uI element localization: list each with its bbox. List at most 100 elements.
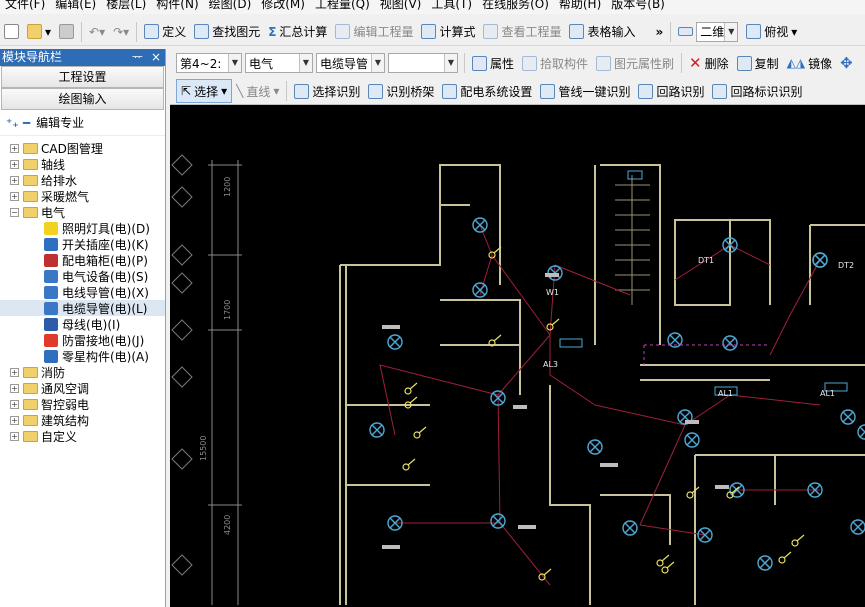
bridge-identify-button[interactable]: 识别桥架: [364, 79, 438, 103]
switch-lever: [493, 334, 502, 342]
toolbar-overflow-button[interactable]: »: [640, 20, 668, 44]
expand-icon[interactable]: +: [10, 383, 19, 393]
view-direction-select[interactable]: 俯视 ▾: [742, 20, 801, 44]
delete-button[interactable]: ✕ 删除: [685, 51, 733, 75]
tree-leaf[interactable]: 照明灯具(电)(D): [0, 220, 165, 236]
mirror-button[interactable]: ◭◮ 镜像: [783, 51, 836, 75]
property-button[interactable]: 属性: [468, 51, 518, 75]
menu-item[interactable]: 楼层(L): [101, 0, 151, 10]
menu-item[interactable]: 修改(M): [256, 0, 310, 10]
summary-calc-button[interactable]: Σ 汇总计算: [264, 20, 331, 44]
close-icon[interactable]: ×: [151, 50, 161, 64]
select-button[interactable]: ⇱ 选择 ▾: [176, 79, 233, 103]
collapse-icon[interactable]: −: [10, 207, 19, 217]
tree-leaf[interactable]: 电气设备(电)(S): [0, 268, 165, 284]
element-type-select[interactable]: 电缆导管 ▼: [316, 53, 385, 73]
cad-drawing-canvas[interactable]: 1200 1700 15500 4200 AL3 AL1 AL1 DT1 DT2…: [170, 105, 865, 607]
room-text-marks: [382, 273, 729, 549]
tree-node[interactable]: + 给排水: [0, 172, 165, 188]
menu-item[interactable]: 绘图(D): [204, 0, 257, 10]
tree-node[interactable]: + 智控弱电: [0, 396, 165, 412]
new-file-button[interactable]: [0, 20, 23, 44]
expand-icon[interactable]: +: [10, 431, 19, 441]
view-quantity-button[interactable]: 查看工程量: [479, 20, 565, 44]
edit-quantity-button[interactable]: 编辑工程量: [331, 20, 417, 44]
menu-item[interactable]: 编辑(E): [50, 0, 101, 10]
view-mode-combo[interactable]: 二维 ▼: [696, 21, 739, 42]
expand-icon[interactable]: +: [10, 175, 19, 185]
panel-title-bar: 模块导航栏 ᅲ ×: [0, 49, 165, 66]
tree-leaf[interactable]: 母线(电)(I): [0, 316, 165, 332]
tree-node-label: CAD图管理: [41, 141, 103, 156]
edit-specialty-row[interactable]: ⁺₊ ━ 编辑专业: [0, 110, 165, 136]
tree-node[interactable]: + 消防: [0, 364, 165, 380]
light-fixture-cross: [474, 219, 486, 231]
undo-button[interactable]: ↶▾: [85, 20, 109, 44]
tree-leaf[interactable]: 防雷接地(电)(J): [0, 332, 165, 348]
discipline-select[interactable]: 电气 ▼: [245, 53, 313, 73]
expand-icon[interactable]: +: [10, 143, 19, 153]
define-icon: [144, 24, 160, 39]
loop-identify-button[interactable]: 回路识别: [634, 79, 708, 103]
folder-icon: [23, 142, 38, 154]
loop-label-identify-button[interactable]: 回路标识识别: [708, 79, 806, 103]
redo-button[interactable]: ↷▾: [109, 20, 133, 44]
define-button[interactable]: 定义: [140, 20, 190, 44]
tree-node[interactable]: + 轴线: [0, 156, 165, 172]
pick-element-button[interactable]: 拾取构件: [518, 51, 592, 75]
tree-node[interactable]: − 电气: [0, 204, 165, 220]
find-element-button[interactable]: 查找图元: [190, 20, 264, 44]
tree-node[interactable]: + 采暖燃气: [0, 188, 165, 204]
expand-icon[interactable]: +: [10, 415, 19, 425]
copy-label: 复制: [754, 56, 779, 71]
dimension-lines: [208, 160, 242, 605]
project-settings-button[interactable]: 工程设置: [1, 66, 164, 88]
move-button[interactable]: ✥: [836, 51, 857, 75]
distribution-setting-button[interactable]: 配电系统设置: [438, 79, 536, 103]
light-fixture-cross: [624, 522, 636, 534]
menu-item[interactable]: 视图(V): [375, 0, 427, 10]
select-identify-button[interactable]: 选择识别: [290, 79, 364, 103]
tree-leaf[interactable]: 电线导管(电)(X): [0, 284, 165, 300]
menu-item[interactable]: 在线服务(O): [477, 0, 554, 10]
conduit-one-key-button[interactable]: 管线一键识别: [536, 79, 634, 103]
line-button[interactable]: ╲ 直线 ▾: [232, 79, 283, 103]
chevron-down-icon: ▼: [444, 54, 457, 72]
switch-lever: [409, 396, 418, 404]
label-al3: AL3: [543, 360, 558, 369]
expand-icon[interactable]: +: [10, 191, 19, 201]
expand-icon[interactable]: +: [10, 399, 19, 409]
device-icon: [44, 269, 58, 283]
menu-item[interactable]: 文件(F): [0, 0, 50, 10]
cube-icon: [746, 24, 762, 39]
menu-item[interactable]: 帮助(H): [554, 0, 606, 10]
dashed-boundary: [643, 344, 770, 365]
save-button[interactable]: [55, 20, 78, 44]
tree-leaf[interactable]: 开关插座(电)(K): [0, 236, 165, 252]
expand-icon[interactable]: +: [10, 159, 19, 169]
menu-item[interactable]: 工程量(Q): [310, 0, 375, 10]
menu-item[interactable]: 构件(N): [151, 0, 203, 10]
floor-select[interactable]: 第4~2: ▼: [176, 53, 242, 73]
tree-leaf[interactable]: 电缆导管(电)(L): [0, 300, 165, 316]
element-name-select[interactable]: ▼: [388, 53, 458, 73]
copy-button[interactable]: 复制: [733, 51, 783, 75]
element-property-brush-button[interactable]: 图元属性刷: [592, 51, 678, 75]
formula-button[interactable]: 计算式: [417, 20, 479, 44]
light-fixtures: [369, 217, 865, 571]
tree-node[interactable]: + 自定义: [0, 428, 165, 444]
expand-icon[interactable]: +: [10, 367, 19, 377]
menu-item[interactable]: 工具(T): [426, 0, 477, 10]
tree-node[interactable]: + 建筑结构: [0, 412, 165, 428]
tree-node[interactable]: + CAD图管理: [0, 140, 165, 156]
tree-node[interactable]: + 通风空调: [0, 380, 165, 396]
table-input-button[interactable]: 表格输入: [565, 20, 639, 44]
drawing-input-button[interactable]: 绘图输入: [1, 88, 164, 110]
tree-leaf-label: 电线导管(电)(X): [62, 285, 149, 300]
pin-icon[interactable]: ᅲ: [132, 50, 143, 64]
menu-item[interactable]: 版本号(B): [606, 0, 670, 10]
view-mode-select[interactable]: 二维 ▼: [674, 20, 742, 44]
tree-leaf[interactable]: 零星构件(电)(A): [0, 348, 165, 364]
tree-leaf[interactable]: 配电箱柜(电)(P): [0, 252, 165, 268]
open-file-button[interactable]: ▾: [23, 20, 55, 44]
